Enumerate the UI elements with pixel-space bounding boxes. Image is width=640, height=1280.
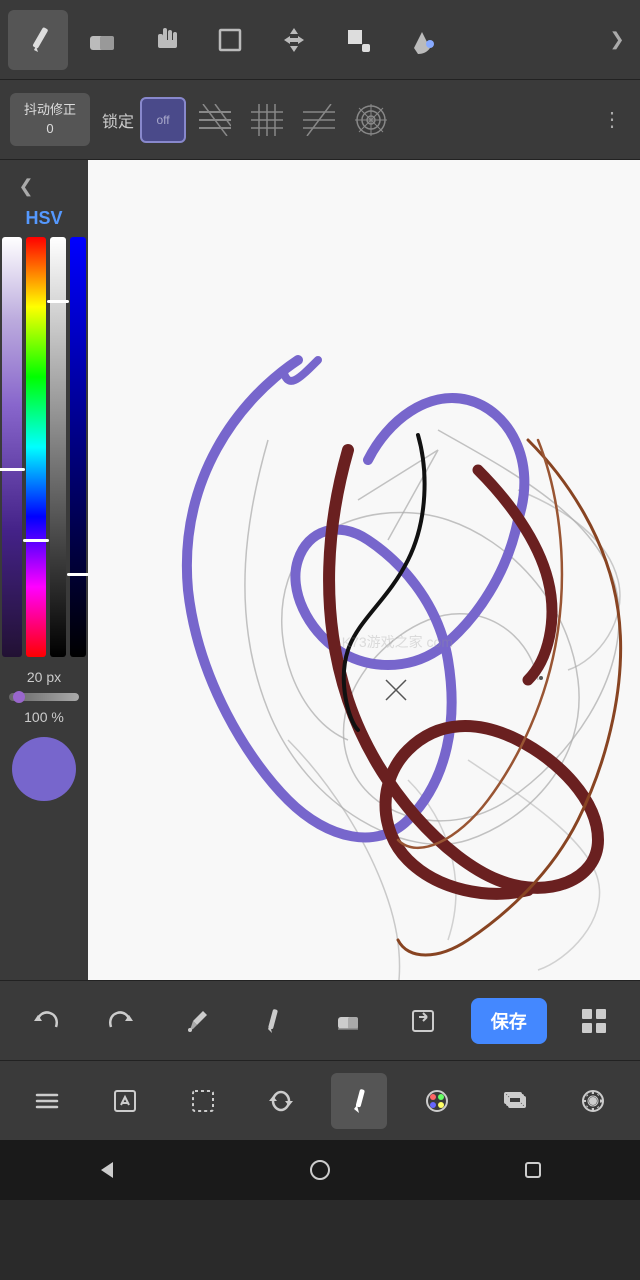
- bottom-toolbar-2: [0, 1060, 640, 1140]
- toolbar-expand-btn[interactable]: ❯: [602, 10, 632, 70]
- hand-tool-btn[interactable]: [136, 10, 196, 70]
- pattern-diagonal1-btn[interactable]: [192, 97, 238, 143]
- brush-size-label: 20 px: [27, 669, 61, 685]
- edit-btn[interactable]: [97, 1073, 153, 1129]
- opacity-label: 100 %: [24, 709, 64, 725]
- drawing-svg[interactable]: [88, 160, 640, 980]
- system-nav-bar: [0, 1140, 640, 1200]
- left-panel: ❮ HSV 20 px 100 %: [0, 160, 88, 980]
- top-toolbar: ❯: [0, 0, 640, 80]
- pattern-diagonal2-btn[interactable]: [296, 97, 342, 143]
- brush-tool-active-btn[interactable]: [331, 1073, 387, 1129]
- recents-nav-btn[interactable]: [503, 1150, 563, 1190]
- opacity-indicator: [13, 691, 25, 703]
- bucket-tool-btn[interactable]: [392, 10, 452, 70]
- undo-btn[interactable]: [18, 993, 74, 1049]
- brightness-strip[interactable]: [50, 237, 66, 657]
- export-btn[interactable]: [395, 993, 451, 1049]
- move-tool-btn[interactable]: [264, 10, 324, 70]
- second-toolbar: 抖动修正 0 锁定 off: [0, 80, 640, 160]
- bottom-toolbar-1: 保存: [0, 980, 640, 1060]
- color-sliders: [2, 237, 86, 657]
- main-area: ❮ HSV 20 px 100 %: [0, 160, 640, 980]
- pencil-tool-btn[interactable]: [8, 10, 68, 70]
- pen-btn[interactable]: [244, 993, 300, 1049]
- home-nav-btn[interactable]: [290, 1150, 350, 1190]
- eraser-tool-btn[interactable]: [72, 10, 132, 70]
- blue-strip[interactable]: [70, 237, 86, 657]
- collapse-panel-btn[interactable]: ❮: [8, 168, 44, 204]
- menu-btn[interactable]: [19, 1073, 75, 1129]
- pattern-radial-btn[interactable]: [348, 97, 394, 143]
- grid-view-btn[interactable]: [566, 993, 622, 1049]
- color-preview-circle[interactable]: [12, 737, 76, 801]
- brush-opacity-slider[interactable]: [9, 693, 79, 701]
- more-options-btn[interactable]: ⋮: [594, 97, 630, 143]
- rotate-btn[interactable]: [253, 1073, 309, 1129]
- shake-correct-btn[interactable]: 抖动修正 0: [10, 93, 90, 145]
- selection-tool-btn[interactable]: [200, 10, 260, 70]
- canvas-area[interactable]: K73游戏之家 com: [88, 160, 640, 980]
- settings-bottom-btn[interactable]: [565, 1073, 621, 1129]
- sv-strip[interactable]: [2, 237, 22, 657]
- lock-off-btn[interactable]: off: [140, 97, 186, 143]
- select-region-btn[interactable]: [175, 1073, 231, 1129]
- palette-btn[interactable]: [409, 1073, 465, 1129]
- lock-section: 锁定 off: [102, 97, 394, 143]
- lock-label: 锁定: [102, 108, 134, 132]
- pattern-grid-btn[interactable]: [244, 97, 290, 143]
- redo-btn[interactable]: [93, 993, 149, 1049]
- save-btn[interactable]: 保存: [471, 998, 547, 1044]
- layers-btn[interactable]: [487, 1073, 543, 1129]
- hue-strip[interactable]: [26, 237, 46, 657]
- dropper-btn[interactable]: [169, 993, 225, 1049]
- eraser-bottom-btn[interactable]: [320, 993, 376, 1049]
- hsv-mode-btn[interactable]: HSV: [25, 208, 62, 229]
- back-nav-btn[interactable]: [77, 1150, 137, 1190]
- color-fill-tool-btn[interactable]: [328, 10, 388, 70]
